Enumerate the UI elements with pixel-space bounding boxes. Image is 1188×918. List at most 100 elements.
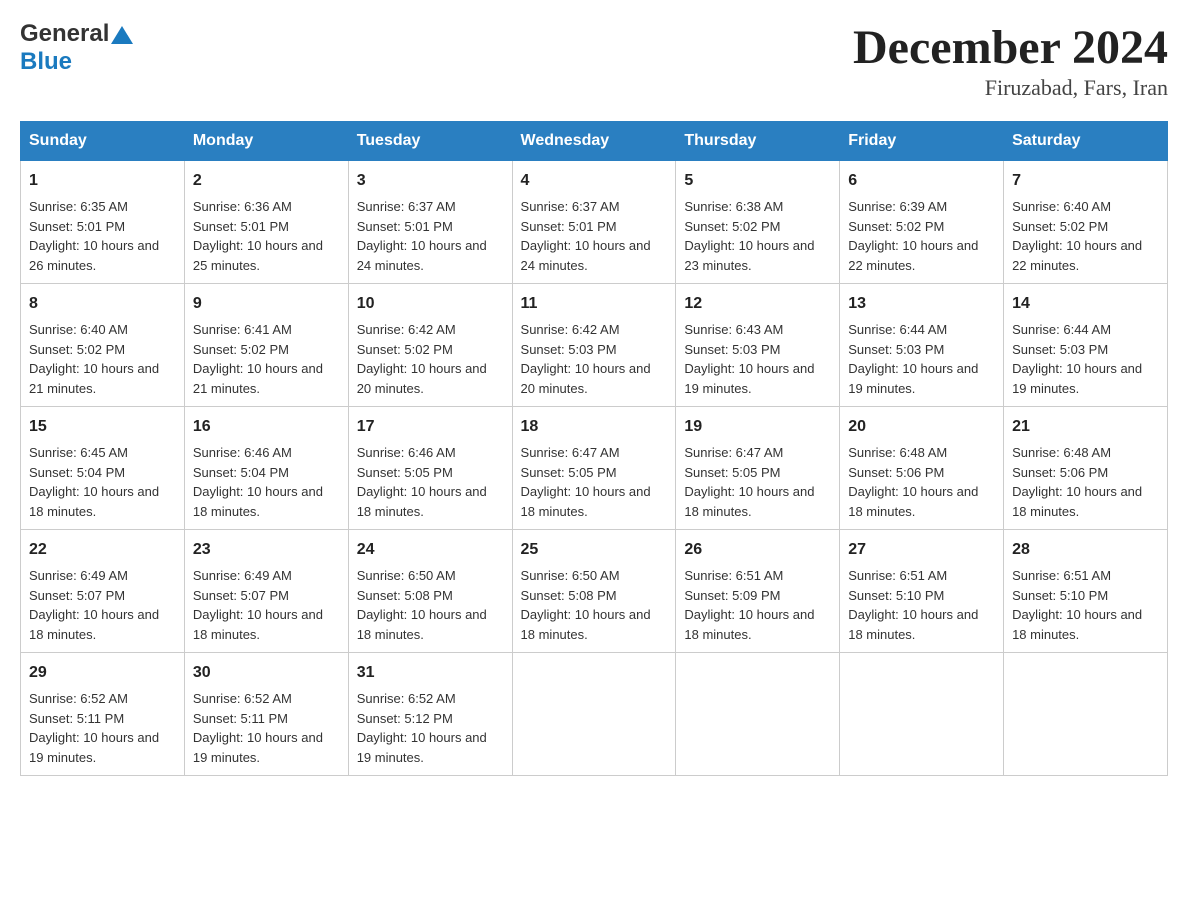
day-cell bbox=[1004, 653, 1168, 776]
day-info: Sunrise: 6:47 AMSunset: 5:05 PMDaylight:… bbox=[684, 445, 814, 519]
day-number: 15 bbox=[29, 415, 176, 439]
day-info: Sunrise: 6:44 AMSunset: 5:03 PMDaylight:… bbox=[1012, 322, 1142, 396]
day-info: Sunrise: 6:52 AMSunset: 5:11 PMDaylight:… bbox=[29, 691, 159, 765]
week-row-3: 15 Sunrise: 6:45 AMSunset: 5:04 PMDaylig… bbox=[21, 407, 1168, 530]
day-number: 14 bbox=[1012, 292, 1159, 316]
day-number: 17 bbox=[357, 415, 504, 439]
week-row-2: 8 Sunrise: 6:40 AMSunset: 5:02 PMDayligh… bbox=[21, 284, 1168, 407]
title-block: December 2024 Firuzabad, Fars, Iran bbox=[853, 20, 1168, 101]
page-header: General Blue December 2024 Firuzabad, Fa… bbox=[20, 20, 1168, 101]
day-cell: 10 Sunrise: 6:42 AMSunset: 5:02 PMDaylig… bbox=[348, 284, 512, 407]
day-number: 5 bbox=[684, 169, 831, 193]
day-info: Sunrise: 6:37 AMSunset: 5:01 PMDaylight:… bbox=[357, 199, 487, 273]
day-info: Sunrise: 6:49 AMSunset: 5:07 PMDaylight:… bbox=[193, 568, 323, 642]
day-info: Sunrise: 6:52 AMSunset: 5:11 PMDaylight:… bbox=[193, 691, 323, 765]
day-cell: 8 Sunrise: 6:40 AMSunset: 5:02 PMDayligh… bbox=[21, 284, 185, 407]
day-cell: 6 Sunrise: 6:39 AMSunset: 5:02 PMDayligh… bbox=[840, 161, 1004, 284]
day-number: 19 bbox=[684, 415, 831, 439]
day-info: Sunrise: 6:46 AMSunset: 5:05 PMDaylight:… bbox=[357, 445, 487, 519]
day-cell: 14 Sunrise: 6:44 AMSunset: 5:03 PMDaylig… bbox=[1004, 284, 1168, 407]
day-cell: 16 Sunrise: 6:46 AMSunset: 5:04 PMDaylig… bbox=[184, 407, 348, 530]
week-row-4: 22 Sunrise: 6:49 AMSunset: 5:07 PMDaylig… bbox=[21, 530, 1168, 653]
day-cell: 28 Sunrise: 6:51 AMSunset: 5:10 PMDaylig… bbox=[1004, 530, 1168, 653]
day-cell: 1 Sunrise: 6:35 AMSunset: 5:01 PMDayligh… bbox=[21, 161, 185, 284]
day-number: 1 bbox=[29, 169, 176, 193]
day-number: 24 bbox=[357, 538, 504, 562]
day-number: 3 bbox=[357, 169, 504, 193]
day-cell: 23 Sunrise: 6:49 AMSunset: 5:07 PMDaylig… bbox=[184, 530, 348, 653]
day-cell: 11 Sunrise: 6:42 AMSunset: 5:03 PMDaylig… bbox=[512, 284, 676, 407]
calendar-header-row: SundayMondayTuesdayWednesdayThursdayFrid… bbox=[21, 122, 1168, 161]
day-number: 4 bbox=[521, 169, 668, 193]
day-cell: 18 Sunrise: 6:47 AMSunset: 5:05 PMDaylig… bbox=[512, 407, 676, 530]
header-tuesday: Tuesday bbox=[348, 122, 512, 161]
day-cell: 13 Sunrise: 6:44 AMSunset: 5:03 PMDaylig… bbox=[840, 284, 1004, 407]
day-number: 6 bbox=[848, 169, 995, 193]
day-cell bbox=[676, 653, 840, 776]
day-cell bbox=[840, 653, 1004, 776]
header-friday: Friday bbox=[840, 122, 1004, 161]
day-number: 28 bbox=[1012, 538, 1159, 562]
day-cell: 30 Sunrise: 6:52 AMSunset: 5:11 PMDaylig… bbox=[184, 653, 348, 776]
day-info: Sunrise: 6:51 AMSunset: 5:09 PMDaylight:… bbox=[684, 568, 814, 642]
day-info: Sunrise: 6:40 AMSunset: 5:02 PMDaylight:… bbox=[29, 322, 159, 396]
day-info: Sunrise: 6:37 AMSunset: 5:01 PMDaylight:… bbox=[521, 199, 651, 273]
day-info: Sunrise: 6:50 AMSunset: 5:08 PMDaylight:… bbox=[357, 568, 487, 642]
day-cell: 20 Sunrise: 6:48 AMSunset: 5:06 PMDaylig… bbox=[840, 407, 1004, 530]
day-cell: 9 Sunrise: 6:41 AMSunset: 5:02 PMDayligh… bbox=[184, 284, 348, 407]
day-info: Sunrise: 6:50 AMSunset: 5:08 PMDaylight:… bbox=[521, 568, 651, 642]
day-number: 16 bbox=[193, 415, 340, 439]
day-info: Sunrise: 6:40 AMSunset: 5:02 PMDaylight:… bbox=[1012, 199, 1142, 273]
day-info: Sunrise: 6:49 AMSunset: 5:07 PMDaylight:… bbox=[29, 568, 159, 642]
day-info: Sunrise: 6:45 AMSunset: 5:04 PMDaylight:… bbox=[29, 445, 159, 519]
day-info: Sunrise: 6:52 AMSunset: 5:12 PMDaylight:… bbox=[357, 691, 487, 765]
logo: General Blue bbox=[20, 20, 133, 76]
day-info: Sunrise: 6:48 AMSunset: 5:06 PMDaylight:… bbox=[1012, 445, 1142, 519]
day-cell: 17 Sunrise: 6:46 AMSunset: 5:05 PMDaylig… bbox=[348, 407, 512, 530]
logo-triangle-icon bbox=[111, 24, 133, 46]
day-cell: 27 Sunrise: 6:51 AMSunset: 5:10 PMDaylig… bbox=[840, 530, 1004, 653]
header-sunday: Sunday bbox=[21, 122, 185, 161]
day-number: 23 bbox=[193, 538, 340, 562]
day-info: Sunrise: 6:35 AMSunset: 5:01 PMDaylight:… bbox=[29, 199, 159, 273]
day-number: 29 bbox=[29, 661, 176, 685]
day-info: Sunrise: 6:43 AMSunset: 5:03 PMDaylight:… bbox=[684, 322, 814, 396]
day-cell: 2 Sunrise: 6:36 AMSunset: 5:01 PMDayligh… bbox=[184, 161, 348, 284]
day-info: Sunrise: 6:44 AMSunset: 5:03 PMDaylight:… bbox=[848, 322, 978, 396]
header-monday: Monday bbox=[184, 122, 348, 161]
day-number: 9 bbox=[193, 292, 340, 316]
day-cell: 26 Sunrise: 6:51 AMSunset: 5:09 PMDaylig… bbox=[676, 530, 840, 653]
day-number: 21 bbox=[1012, 415, 1159, 439]
logo-general-text: General bbox=[20, 20, 109, 48]
day-cell: 12 Sunrise: 6:43 AMSunset: 5:03 PMDaylig… bbox=[676, 284, 840, 407]
day-number: 13 bbox=[848, 292, 995, 316]
day-cell bbox=[512, 653, 676, 776]
day-info: Sunrise: 6:39 AMSunset: 5:02 PMDaylight:… bbox=[848, 199, 978, 273]
day-number: 30 bbox=[193, 661, 340, 685]
day-number: 11 bbox=[521, 292, 668, 316]
day-number: 8 bbox=[29, 292, 176, 316]
header-thursday: Thursday bbox=[676, 122, 840, 161]
day-cell: 19 Sunrise: 6:47 AMSunset: 5:05 PMDaylig… bbox=[676, 407, 840, 530]
day-cell: 7 Sunrise: 6:40 AMSunset: 5:02 PMDayligh… bbox=[1004, 161, 1168, 284]
day-number: 18 bbox=[521, 415, 668, 439]
day-number: 26 bbox=[684, 538, 831, 562]
day-number: 2 bbox=[193, 169, 340, 193]
day-cell: 15 Sunrise: 6:45 AMSunset: 5:04 PMDaylig… bbox=[21, 407, 185, 530]
day-info: Sunrise: 6:41 AMSunset: 5:02 PMDaylight:… bbox=[193, 322, 323, 396]
day-number: 25 bbox=[521, 538, 668, 562]
calendar-title: December 2024 bbox=[853, 20, 1168, 75]
day-cell: 3 Sunrise: 6:37 AMSunset: 5:01 PMDayligh… bbox=[348, 161, 512, 284]
day-info: Sunrise: 6:36 AMSunset: 5:01 PMDaylight:… bbox=[193, 199, 323, 273]
day-cell: 22 Sunrise: 6:49 AMSunset: 5:07 PMDaylig… bbox=[21, 530, 185, 653]
header-wednesday: Wednesday bbox=[512, 122, 676, 161]
day-number: 12 bbox=[684, 292, 831, 316]
day-number: 31 bbox=[357, 661, 504, 685]
calendar-table: SundayMondayTuesdayWednesdayThursdayFrid… bbox=[20, 121, 1168, 776]
day-number: 7 bbox=[1012, 169, 1159, 193]
day-number: 22 bbox=[29, 538, 176, 562]
day-info: Sunrise: 6:46 AMSunset: 5:04 PMDaylight:… bbox=[193, 445, 323, 519]
week-row-5: 29 Sunrise: 6:52 AMSunset: 5:11 PMDaylig… bbox=[21, 653, 1168, 776]
day-info: Sunrise: 6:38 AMSunset: 5:02 PMDaylight:… bbox=[684, 199, 814, 273]
week-row-1: 1 Sunrise: 6:35 AMSunset: 5:01 PMDayligh… bbox=[21, 161, 1168, 284]
